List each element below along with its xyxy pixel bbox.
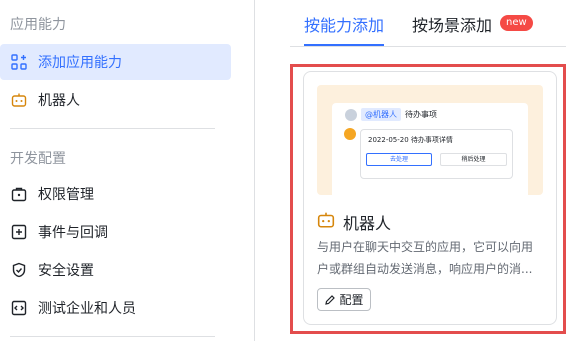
sidebar-item-label: 权限管理 — [38, 187, 94, 203]
edit-icon — [324, 294, 336, 306]
card-header: 机器人 — [317, 210, 391, 234]
sidebar-item-add-capability[interactable]: 添加应用能力 — [0, 44, 231, 80]
preview-mention-chip: @机器人 — [361, 108, 401, 121]
app-root: 应用能力 添加应用能力 机器人 开发配置 权限管理 事件与回调 安全设置 测试企… — [0, 0, 566, 341]
preview-secondary-button: 稍后处理 — [440, 153, 507, 166]
card-description: 与用户在聊天中交互的应用，它可以向用户或群组自动发送消息，响应用户的消... — [317, 240, 534, 276]
config-button-label: 配置 — [339, 293, 364, 307]
robot-icon — [317, 211, 335, 233]
sidebar-item-permissions[interactable]: 权限管理 — [0, 176, 231, 212]
sidebar-item-label: 安全设置 — [38, 263, 94, 279]
new-badge: new — [500, 15, 533, 31]
sidebar-item-label: 机器人 — [38, 93, 80, 109]
tab-by-capability[interactable]: 按能力添加 — [304, 12, 384, 36]
sidebar-item-events[interactable]: 事件与回调 — [0, 214, 231, 250]
tabs-baseline — [290, 46, 566, 47]
add-grid-icon — [10, 53, 28, 71]
preview-date-line: 2022-05-20 待办事项详情 — [368, 136, 453, 144]
sidebar-item-robot[interactable]: 机器人 — [0, 82, 231, 118]
panel-divider — [254, 0, 255, 341]
sidebar-item-label: 事件与回调 — [38, 225, 108, 241]
section-title-dev-config: 开发配置 — [10, 151, 66, 167]
preview-bot-avatar — [344, 128, 356, 140]
lock-box-icon — [10, 185, 28, 203]
robot-icon — [10, 91, 28, 109]
avatar — [345, 108, 357, 121]
sidebar-item-label: 添加应用能力 — [38, 55, 122, 71]
card-title: 机器人 — [343, 214, 392, 233]
sidebar-item-test-tenants[interactable]: 测试企业和人员 — [0, 290, 231, 326]
code-box-icon — [10, 299, 28, 317]
preview-mention-text: 待办事项 — [405, 110, 437, 119]
tab-by-scenario[interactable]: 按场景添加 — [412, 12, 492, 36]
sidebar-divider — [10, 128, 215, 129]
section-title-capabilities: 应用能力 — [10, 17, 66, 33]
shield-check-icon — [10, 261, 28, 279]
sidebar: 应用能力 添加应用能力 机器人 开发配置 权限管理 事件与回调 安全设置 测试企… — [0, 0, 240, 341]
sidebar-divider — [10, 336, 215, 337]
preview-mention-row: @机器人 待办事项 — [345, 108, 437, 121]
sidebar-item-security[interactable]: 安全设置 — [0, 252, 231, 288]
active-tab-indicator — [304, 44, 384, 46]
config-button[interactable]: 配置 — [317, 288, 371, 311]
plus-square-icon — [10, 223, 28, 241]
preview-primary-button: 去处理 — [366, 153, 432, 166]
sidebar-item-label: 测试企业和人员 — [38, 301, 136, 317]
